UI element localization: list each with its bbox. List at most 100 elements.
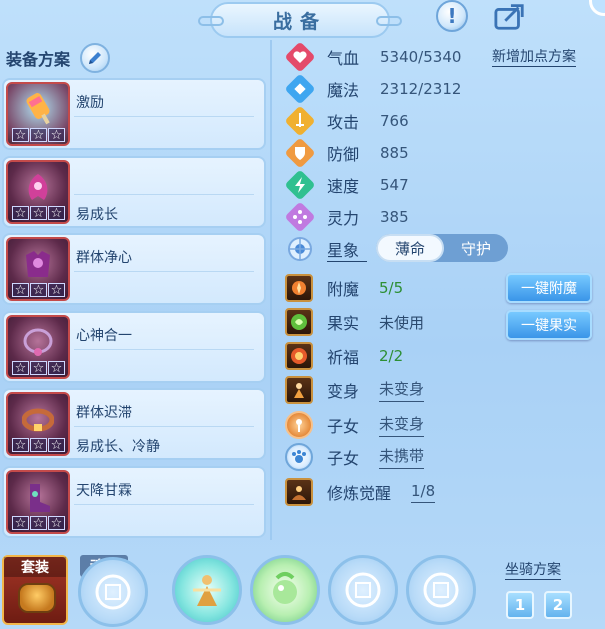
equipment-plan-title: 装备方案 — [6, 50, 71, 69]
enh-value[interactable]: 未变身 — [379, 413, 425, 437]
cultivate-icon — [285, 478, 313, 506]
coin-emblem-icon — [345, 572, 381, 608]
bottom-bar: 套装 魂技 坐骑方案 1 2 — [0, 545, 605, 629]
treasure-bag-icon — [18, 583, 56, 613]
equipment-slot-3[interactable]: ☆ ☆ ☆ 群体净心 — [2, 233, 266, 305]
star-icon: ☆ — [12, 438, 29, 453]
title-ornament-left — [198, 16, 224, 26]
enh-label: 祈福 — [327, 348, 360, 367]
star-icon: ☆ — [30, 205, 47, 220]
enh-row-child: 子女 未变身 — [285, 411, 425, 439]
stat-value: 766 — [380, 112, 409, 130]
enh-label: 子女 — [327, 449, 360, 468]
stat-label: 气血 — [327, 49, 360, 68]
edit-plan-button[interactable] — [80, 43, 111, 73]
equipment-slot-1[interactable]: ☆ ☆ ☆ 激励 — [2, 78, 266, 150]
sparkle-icon — [285, 202, 315, 232]
equipment-icon: ☆ ☆ ☆ — [6, 82, 70, 146]
panel-divider — [270, 40, 272, 540]
child-icon — [285, 411, 313, 439]
mount-plan-title: 坐骑方案 — [505, 559, 561, 580]
soul-slot-warrior[interactable] — [172, 555, 242, 625]
paw-icon — [285, 443, 313, 471]
soul-slot-orb[interactable] — [250, 555, 320, 625]
enh-label: 果实 — [327, 314, 360, 333]
enh-label: 变身 — [327, 382, 360, 401]
enh-row-enchant: 附魔 5/5 — [285, 274, 403, 302]
row-divider — [74, 116, 254, 117]
enh-row-cultivate: 修炼觉醒 1/8 — [285, 478, 436, 506]
equipment-trait: 易成长、冷静 — [76, 439, 160, 455]
star-icon: ☆ — [30, 438, 47, 453]
enh-row-transform: 变身 未变身 — [285, 376, 425, 404]
mount-plan-2-button[interactable]: 2 — [544, 591, 572, 619]
sword-icon — [285, 106, 315, 136]
equipment-slot-2[interactable]: ☆ ☆ ☆ 易成长 — [2, 155, 266, 228]
title-ornament-right — [376, 16, 402, 26]
stat-row-mp: 魔法 2312/2312 — [285, 74, 461, 104]
fruit-icon — [285, 308, 313, 336]
stat-label: 魔法 — [327, 81, 360, 100]
star-icon: ☆ — [12, 128, 29, 143]
stat-label: 灵力 — [327, 209, 360, 228]
help-button[interactable]: ! — [436, 0, 468, 32]
stat-value: 885 — [380, 144, 409, 162]
page-title: 战备 — [198, 2, 402, 38]
stat-row-attack: 攻击 766 — [285, 106, 409, 136]
equipment-slot-4[interactable]: ☆ ☆ ☆ 心神合一 — [2, 310, 266, 383]
equipment-name: 心神合一 — [76, 327, 132, 344]
suit-tab[interactable]: 套装 — [2, 555, 68, 625]
heart-icon — [285, 42, 315, 72]
star-icon: ☆ — [48, 438, 65, 453]
star-icon: ☆ — [30, 515, 47, 530]
stat-row-defense: 防御 885 — [285, 138, 409, 168]
star-option-fate[interactable]: 薄命 — [376, 234, 444, 262]
close-orb-icon[interactable] — [589, 0, 605, 16]
enh-value[interactable]: 未携带 — [379, 445, 425, 469]
star-icon: ☆ — [30, 360, 47, 375]
star-icon: ☆ — [30, 283, 47, 298]
row-divider — [74, 193, 254, 195]
equipment-icon: ☆ ☆ ☆ — [6, 469, 70, 534]
enh-label: 附魔 — [327, 280, 360, 299]
equipment-list: ☆ ☆ ☆ 激励 ☆ ☆ ☆ 易成长 ☆ ☆ ☆ 群体净心 ☆ ☆ ☆ 心神合一… — [2, 78, 266, 543]
belt-icon — [22, 408, 54, 432]
equipment-plan-header: 装备方案 — [6, 43, 111, 73]
star-rating: ☆ ☆ ☆ — [12, 360, 65, 375]
star-sign-icon — [285, 234, 315, 264]
add-stat-plan-link[interactable]: 新增加点方案 — [492, 46, 576, 67]
stat-row-speed: 速度 547 — [285, 170, 409, 200]
enh-value[interactable]: 未变身 — [379, 378, 425, 402]
coin-emblem-icon — [95, 574, 131, 610]
enh-value[interactable]: 1/8 — [411, 482, 436, 503]
jade-orb-icon — [273, 572, 297, 604]
necklace-icon — [23, 328, 53, 356]
equipment-name: 群体净心 — [76, 250, 132, 266]
enh-value: 2/2 — [379, 347, 404, 365]
pencil-icon — [89, 52, 102, 64]
star-option-guard[interactable]: 守护 — [444, 234, 508, 262]
star-icon: ☆ — [48, 283, 65, 298]
soul-slot-empty-2[interactable] — [328, 555, 398, 625]
equipment-icon: ☆ ☆ ☆ — [6, 159, 70, 224]
stat-value: 547 — [380, 176, 409, 194]
stat-label: 速度 — [327, 177, 360, 196]
equipment-slot-5[interactable]: ☆ ☆ ☆ 群体迟滞 易成长、冷静 — [2, 388, 266, 460]
share-button[interactable] — [494, 0, 526, 32]
enh-label: 修炼觉醒 — [327, 484, 392, 503]
soul-slot-empty-1[interactable] — [78, 557, 148, 627]
shield-icon — [285, 138, 315, 168]
enh-value: 未使用 — [379, 313, 425, 332]
equipment-slot-6[interactable]: ☆ ☆ ☆ 天降甘霖 — [2, 465, 266, 538]
mount-plan-1-button[interactable]: 1 — [506, 591, 534, 619]
one-click-enchant-button[interactable]: 一键附魔 — [506, 273, 592, 303]
soul-slot-empty-3[interactable] — [406, 555, 476, 625]
star-icon: ☆ — [12, 360, 29, 375]
equipment-trait: 易成长 — [76, 206, 118, 223]
stat-value: 5340/5340 — [380, 48, 462, 66]
stat-row-spirit: 灵力 385 — [285, 202, 409, 232]
enh-label: 子女 — [327, 417, 360, 436]
one-click-fruit-button[interactable]: 一键果实 — [506, 310, 592, 340]
stat-value: 385 — [380, 208, 409, 226]
stat-row-hp: 气血 5340/5340 — [285, 42, 461, 72]
